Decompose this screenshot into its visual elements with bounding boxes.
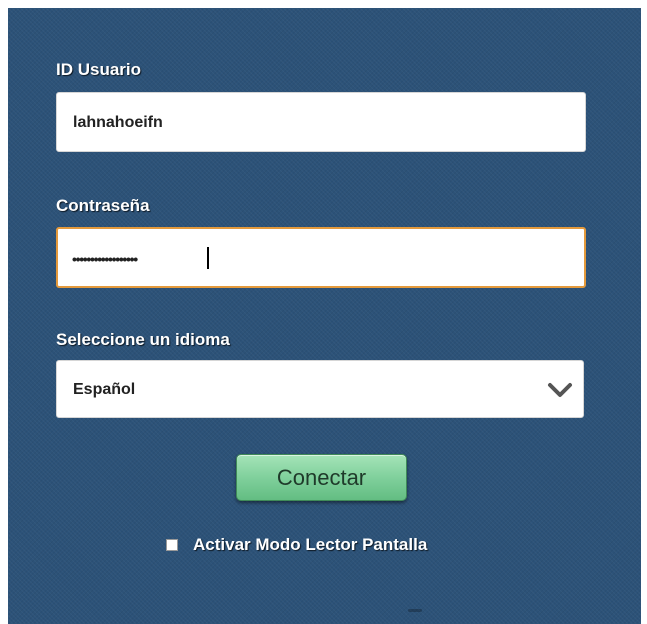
connect-button[interactable]: Conectar xyxy=(236,454,407,501)
language-selected-value: Español xyxy=(73,381,136,398)
user-id-input[interactable]: lahnahoeifn xyxy=(56,92,586,152)
password-label: Contraseña xyxy=(56,196,150,215)
divider-mark xyxy=(408,609,422,612)
language-label: Seleccione un idioma xyxy=(56,330,230,349)
screen-reader-label[interactable]: Activar Modo Lector Pantalla xyxy=(193,535,427,555)
language-select[interactable]: Español xyxy=(56,360,584,418)
password-mask: •••••••••••••••••• xyxy=(72,251,138,267)
screen-reader-checkbox[interactable] xyxy=(166,539,178,551)
login-panel: ID Usuario lahnahoeifn Contraseña ••••••… xyxy=(8,8,641,624)
user-id-label: ID Usuario xyxy=(56,60,142,79)
user-id-value: lahnahoeifn xyxy=(73,114,163,131)
password-input[interactable]: •••••••••••••••••• xyxy=(56,227,586,288)
text-caret xyxy=(207,247,209,269)
chevron-down-icon[interactable] xyxy=(547,377,573,403)
